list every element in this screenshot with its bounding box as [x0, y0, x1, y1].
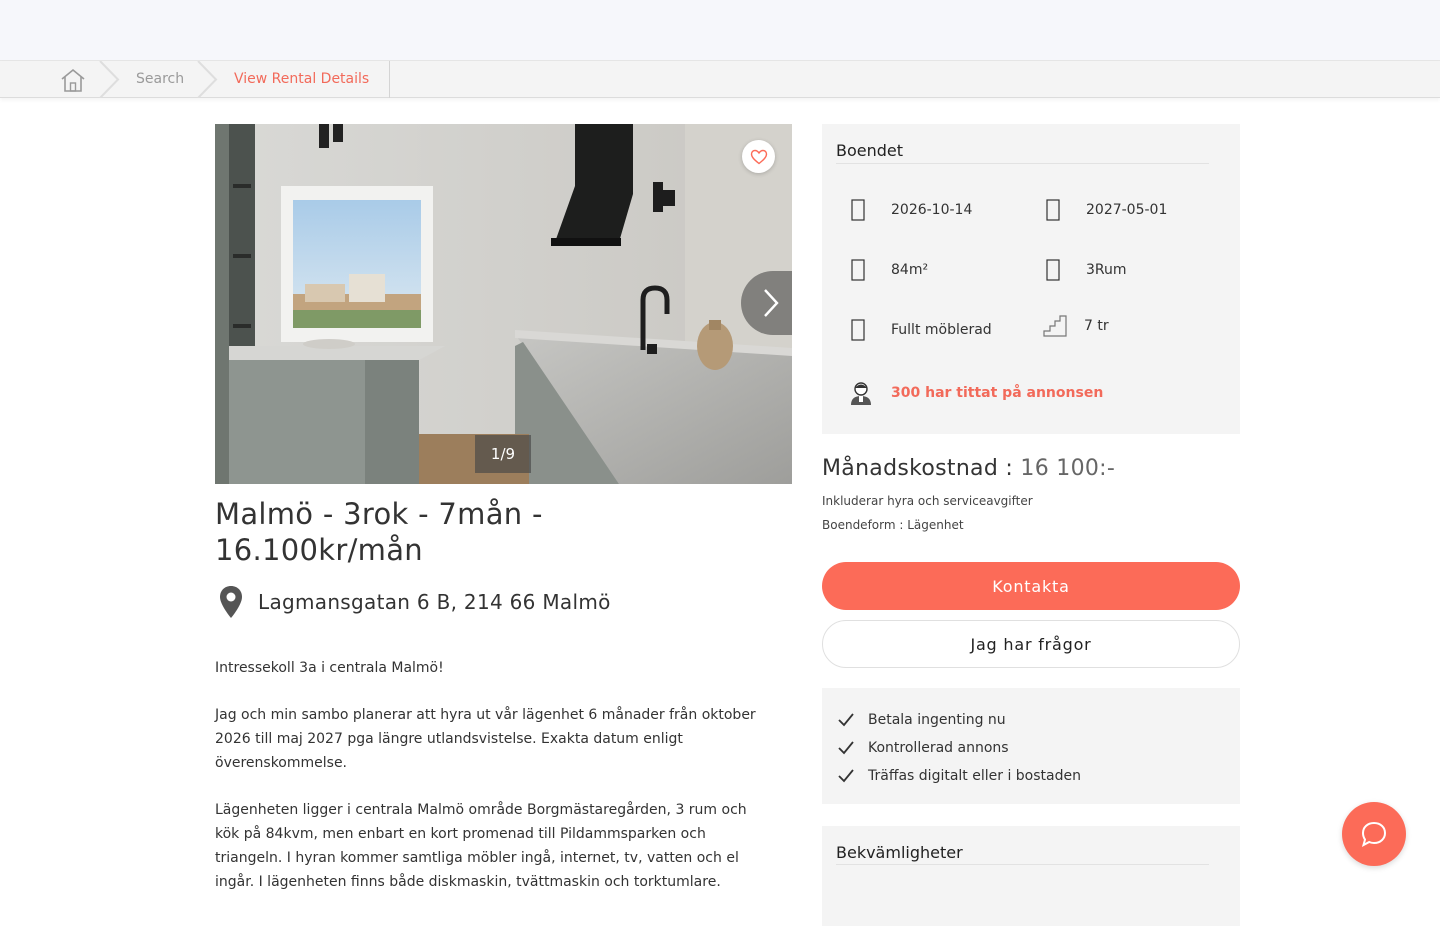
- move-out-date: 2027-05-01: [1043, 198, 1167, 222]
- floor-value: 7 tr: [1084, 318, 1109, 334]
- breadcrumb: Search View Rental Details: [0, 61, 1440, 98]
- location-pin-icon: [215, 584, 247, 620]
- rooms: 3Rum: [1043, 258, 1127, 282]
- description-paragraph: Lägenheten ligger i centrala Malmö områd…: [215, 802, 747, 890]
- description-paragraph: Intressekoll 3a i centrala Malmö!: [215, 660, 444, 676]
- chat-bubble-icon: [1361, 821, 1387, 847]
- rooms-icon: [1043, 258, 1063, 282]
- floor: 7 tr: [1043, 314, 1109, 338]
- check-icon: [838, 712, 854, 728]
- address-row: Lagmansgatan 6 B, 214 66 Malmö: [215, 584, 611, 620]
- breadcrumb-divider: [389, 61, 390, 98]
- questions-button[interactable]: Jag har frågor: [822, 620, 1240, 668]
- move-in-date: 2026-10-14: [848, 198, 972, 222]
- breadcrumb-current[interactable]: View Rental Details: [234, 71, 369, 87]
- breadcrumb-separator: [197, 61, 218, 98]
- listing-description: Intressekoll 3a i centrala Malmö! Jag oc…: [215, 656, 775, 917]
- photo-counter: 1/9: [475, 435, 531, 473]
- listing-title: Malmö - 3rok - 7mån - 16.100kr/mån: [215, 497, 543, 567]
- amenities-title: Bekvämligheter: [836, 843, 963, 862]
- perk-item: Träffas digitalt eller i bostaden: [822, 762, 1240, 790]
- divider: [836, 163, 1209, 164]
- move-in-value: 2026-10-14: [891, 202, 973, 218]
- perk-label: Betala ingenting nu: [868, 712, 1006, 728]
- monthly-cost: Månadskostnad : 16 100:-: [822, 456, 1115, 481]
- monthly-cost-amount: 16 100:-: [1020, 456, 1116, 481]
- housing-type: Boendeform : Lägenhet: [822, 518, 964, 532]
- calendar-icon: [848, 198, 868, 222]
- photo-gallery[interactable]: 1/9: [215, 124, 792, 484]
- monthly-cost-label: Månadskostnad :: [822, 456, 1021, 481]
- top-navigation-bar: [0, 0, 1440, 61]
- perk-item: Betala ingenting nu: [822, 706, 1240, 734]
- amenities-card: Bekvämligheter: [822, 826, 1240, 926]
- size: 84m²: [848, 258, 928, 282]
- area-icon: [848, 258, 868, 282]
- heart-icon: [750, 149, 767, 164]
- description-paragraph: Jag och min sambo planerar att hyra ut v…: [215, 707, 756, 771]
- sofa-icon: [848, 318, 868, 342]
- check-icon: [838, 740, 854, 756]
- chat-button[interactable]: [1342, 802, 1406, 866]
- stairs-icon: [1043, 314, 1067, 338]
- housing-info-card: Boendet 2026-10-14 2027-05-01 84m² 3Rum …: [822, 124, 1240, 434]
- contact-button[interactable]: Kontakta: [822, 562, 1240, 610]
- check-icon: [838, 768, 854, 784]
- calendar-icon: [1043, 198, 1063, 222]
- home-icon: [61, 68, 85, 92]
- breadcrumb-separator: [99, 61, 120, 98]
- divider: [836, 864, 1209, 865]
- furnishing: Fullt möblerad: [848, 318, 992, 342]
- furnishing-value: Fullt möblerad: [891, 322, 992, 338]
- listing-address: Lagmansgatan 6 B, 214 66 Malmö: [258, 590, 611, 614]
- breadcrumb-search-link[interactable]: Search: [136, 71, 184, 87]
- size-value: 84m²: [891, 262, 929, 278]
- person-icon: [851, 382, 871, 405]
- favorite-button[interactable]: [742, 140, 775, 173]
- move-out-value: 2027-05-01: [1086, 202, 1168, 218]
- housing-card-title: Boendet: [836, 141, 904, 160]
- perk-label: Kontrollerad annons: [868, 740, 1009, 756]
- view-count-text: 300 har tittat på annonsen: [891, 385, 1104, 401]
- chevron-right-icon: [764, 289, 779, 317]
- perks-card: Betala ingenting nu Kontrollerad annons …: [822, 688, 1240, 804]
- perk-item: Kontrollerad annons: [822, 734, 1240, 762]
- view-count: 300 har tittat på annonsen: [848, 380, 1103, 406]
- cost-note: Inkluderar hyra och serviceavgifter: [822, 494, 1033, 508]
- perk-label: Träffas digitalt eller i bostaden: [868, 768, 1081, 784]
- rooms-value: 3Rum: [1086, 262, 1127, 278]
- listing-photo: [215, 124, 792, 484]
- breadcrumb-home[interactable]: [58, 67, 88, 93]
